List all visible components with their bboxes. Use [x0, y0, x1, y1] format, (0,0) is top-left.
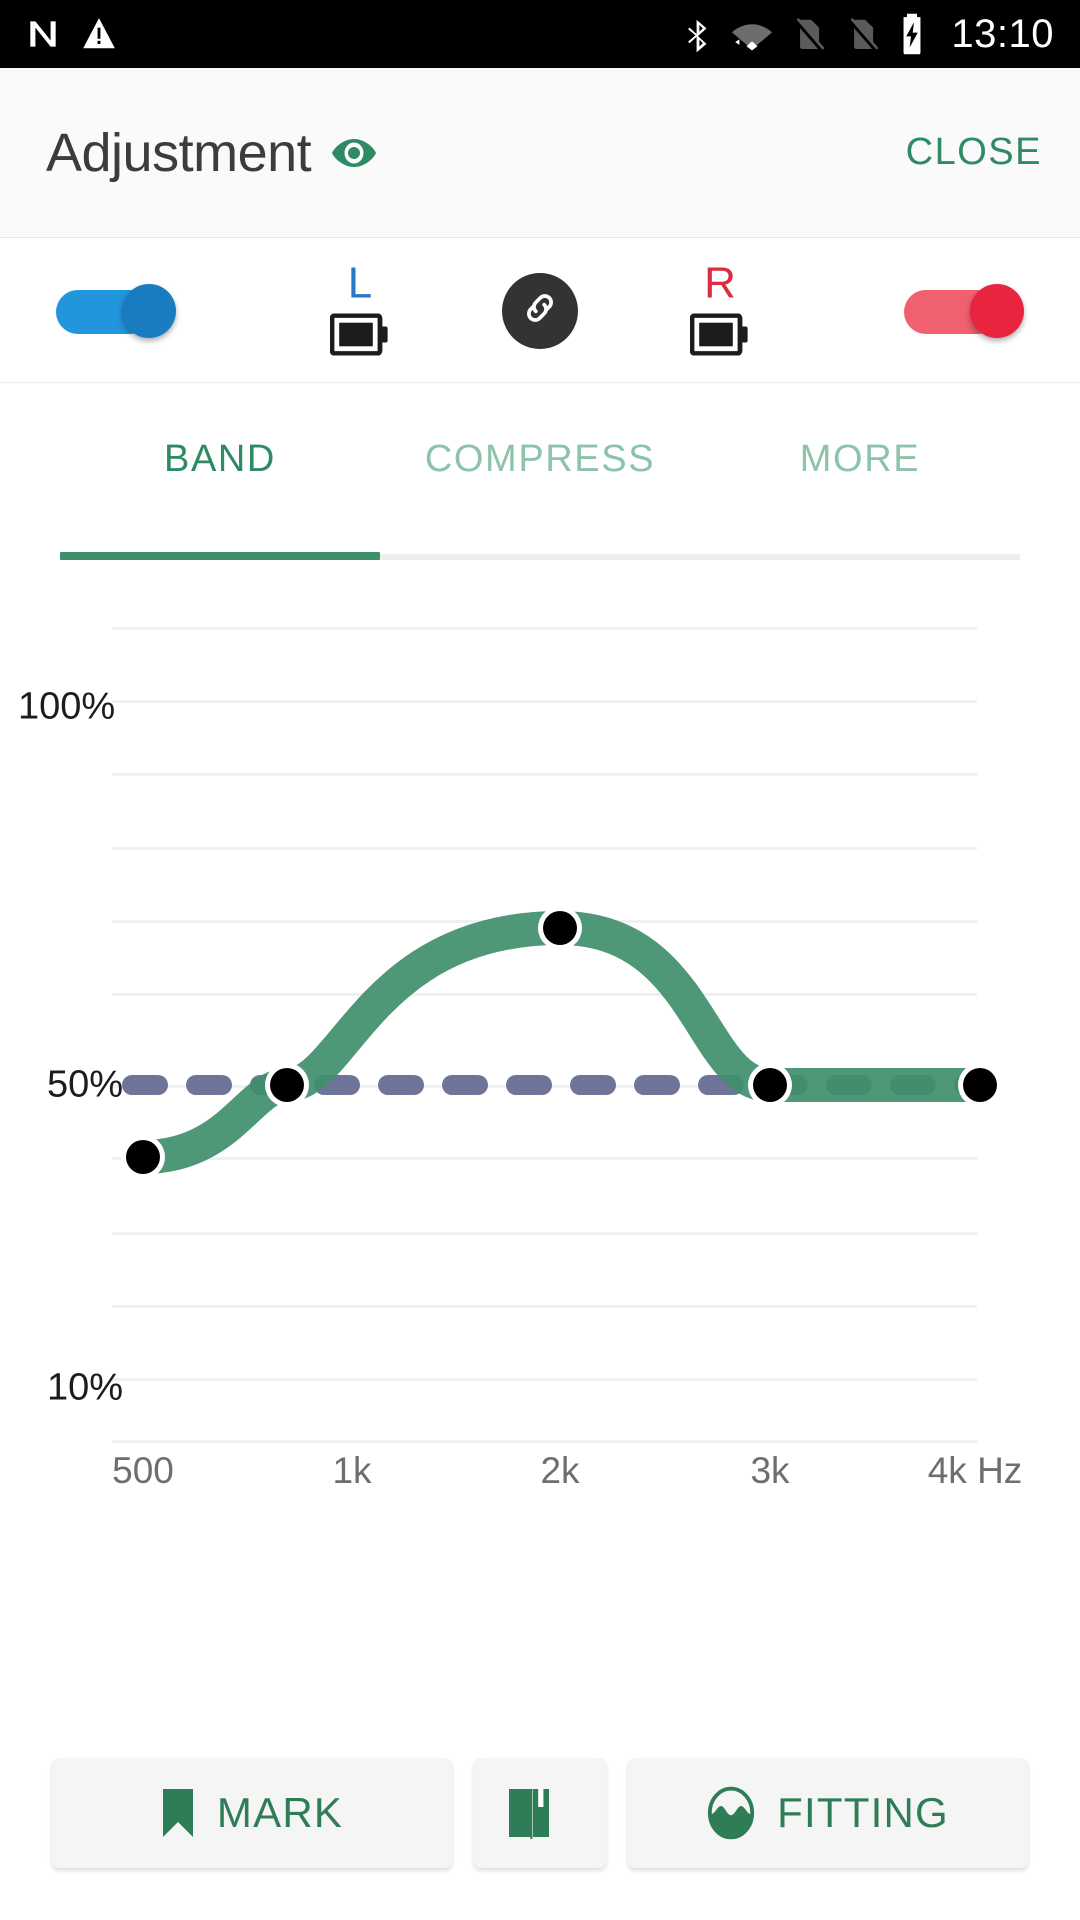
right-device-toggle[interactable] [904, 283, 1024, 338]
grid-line [112, 1232, 977, 1235]
fitting-button-label: FITTING [777, 1789, 949, 1836]
status-bar: 13:10 [0, 0, 1080, 68]
right-battery-icon [689, 312, 750, 360]
device-control-row: L R [0, 239, 1080, 383]
bookmark-icon [161, 1787, 195, 1839]
tab-bar: BAND COMPRESS MORE [0, 383, 1080, 563]
fitting-button[interactable]: FITTING [628, 1758, 1028, 1868]
left-battery-icon [329, 312, 390, 360]
grid-line [112, 773, 977, 776]
x-tick-1k: 1k [332, 1450, 372, 1491]
y-tick-50: 50% [46, 1063, 123, 1106]
no-sim-1-icon [789, 14, 827, 54]
mark-button-label: MARK [216, 1789, 344, 1836]
grid-line-axis [112, 1440, 977, 1443]
grid-line [112, 1085, 977, 1088]
close-button[interactable]: CLOSE [906, 131, 1042, 174]
right-side-label: R [704, 258, 736, 307]
grid-line [112, 1378, 977, 1381]
right-side-indicator: R [660, 261, 780, 360]
no-sim-2-icon [843, 14, 881, 54]
link-button[interactable] [502, 272, 578, 349]
left-side-label: L [347, 258, 373, 307]
x-tick-500: 500 [112, 1450, 174, 1491]
x-tick-2k: 2k [540, 1450, 580, 1491]
left-device-toggle[interactable] [56, 283, 176, 338]
tab-more[interactable]: MORE [700, 405, 1020, 513]
grid-line [112, 700, 977, 703]
page-title: Adjustment [46, 122, 312, 183]
tab-strip: BAND COMPRESS MORE [60, 405, 1020, 513]
grid-line [112, 1157, 977, 1160]
status-bar-clock: 13:10 [951, 11, 1054, 56]
band-chart[interactable] [0, 560, 1080, 1460]
left-toggle-knob [122, 283, 176, 338]
y-tick-100: 100% [18, 685, 116, 728]
left-side-indicator: L [300, 261, 420, 360]
tab-underline-active [60, 552, 380, 560]
grid-line [112, 847, 977, 850]
mark-button[interactable]: MARK [52, 1758, 452, 1868]
warning-triangle-icon [80, 15, 118, 53]
bluetooth-icon [681, 14, 715, 54]
x-tick-3k: 3k [750, 1450, 790, 1491]
status-bar-left-icons [0, 15, 118, 53]
tab-compress[interactable]: COMPRESS [380, 405, 700, 513]
status-bar-right-icons: 13:10 [681, 12, 1080, 57]
grid-line [112, 1305, 977, 1308]
grid-line [112, 920, 977, 923]
grid-line [112, 993, 977, 996]
book-button[interactable] [474, 1758, 606, 1868]
right-toggle-knob [970, 283, 1024, 338]
battery-charging-icon [897, 12, 927, 56]
book-icon [507, 1787, 551, 1839]
link-chain-icon [519, 287, 561, 334]
x-tick-4k: 4k Hz [927, 1450, 1023, 1491]
app-bar: Adjustment CLOSE [0, 68, 1080, 238]
y-tick-10: 10% [46, 1366, 123, 1409]
eye-icon[interactable] [331, 135, 377, 171]
wifi-icon [731, 14, 773, 54]
x-axis-labels: 500 1k 2k 3k 4k Hz [0, 1450, 1080, 1520]
app-n-icon [24, 15, 62, 53]
fitting-wave-icon [707, 1786, 755, 1840]
grid-line [112, 627, 977, 630]
tab-band[interactable]: BAND [60, 405, 380, 513]
bottom-action-bar: MARK FITTING [0, 1758, 1080, 1868]
